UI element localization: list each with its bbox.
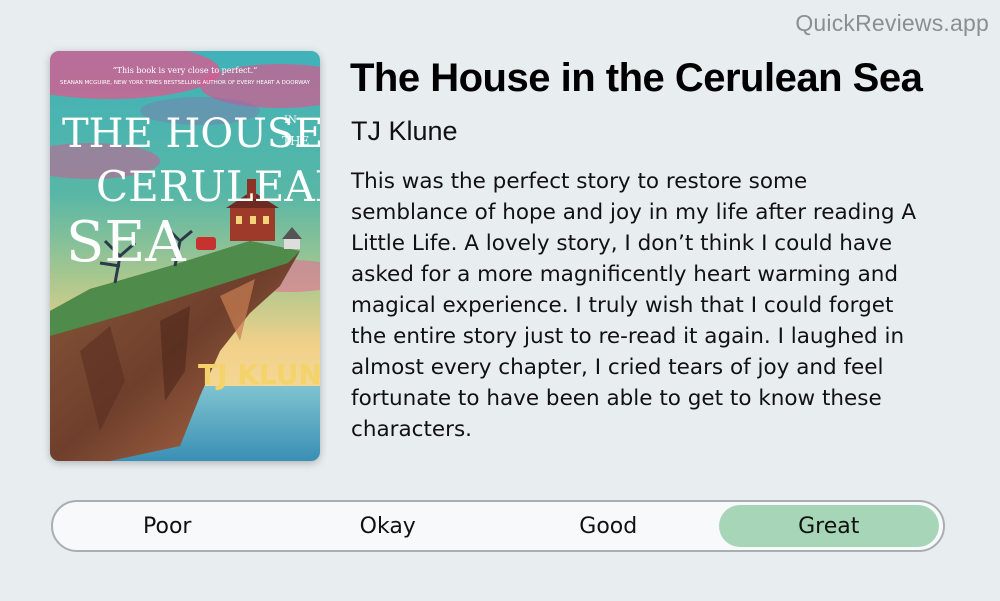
rating-option-good[interactable]: Good [498, 505, 719, 547]
rating-option-great[interactable]: Great [718, 505, 939, 547]
rating-option-okay[interactable]: Okay [278, 505, 499, 547]
svg-text:SEANAN MCGUIRE, NEW YORK TIMES: SEANAN MCGUIRE, NEW YORK TIMES BESTSELLI… [60, 80, 311, 86]
svg-text:THE: THE [282, 134, 309, 148]
book-title: The House in the Cerulean Sea [350, 56, 923, 100]
svg-text:“This book is very close to pe: “This book is very close to perfect.” [113, 66, 258, 75]
svg-text:CERULEAN: CERULEAN [96, 162, 320, 211]
svg-text:SEA: SEA [66, 210, 186, 275]
rating-option-poor[interactable]: Poor [57, 505, 278, 547]
review-text: This was the perfect story to restore so… [351, 169, 917, 442]
book-cover-image: “This book is very close to perfect.” SE… [50, 51, 320, 461]
svg-text:TJ KLUNE: TJ KLUNE [198, 358, 320, 391]
rating-selector[interactable]: Poor Okay Good Great [51, 500, 945, 552]
site-brand: QuickReviews.app [795, 10, 989, 36]
svg-text:IN: IN [284, 115, 297, 126]
book-author: TJ Klune [351, 116, 458, 146]
